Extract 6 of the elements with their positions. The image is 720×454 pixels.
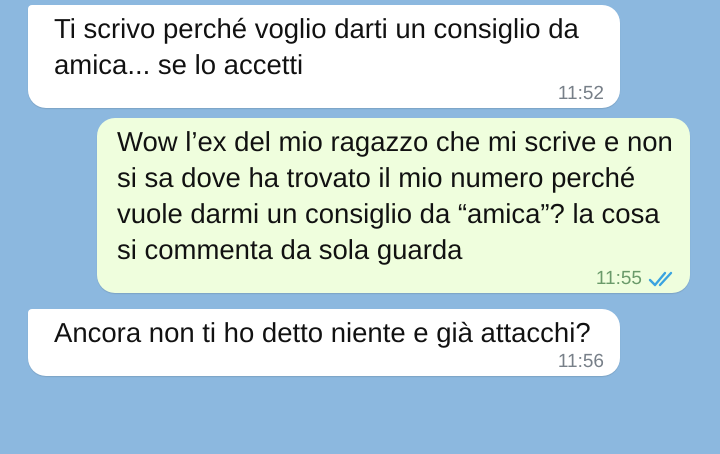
message-time: 11:52: [558, 83, 604, 105]
message-text: Ancora non ti ho detto niente e già attacchi?: [54, 316, 592, 350]
message-text: Wow l’ex del mio ragazzo che mi scrive e non si sa dove ha trovato il mio numero perché vuole darmi un consiglio da “amica”? la cosa si commenta da sola guarda: [117, 125, 674, 267]
message-text: Ti scrivo perché voglio darti un consiglio da amica... se lo accetti: [54, 12, 580, 82]
message-time: 11:55: [596, 268, 642, 290]
message-time: 11:56: [558, 351, 604, 373]
